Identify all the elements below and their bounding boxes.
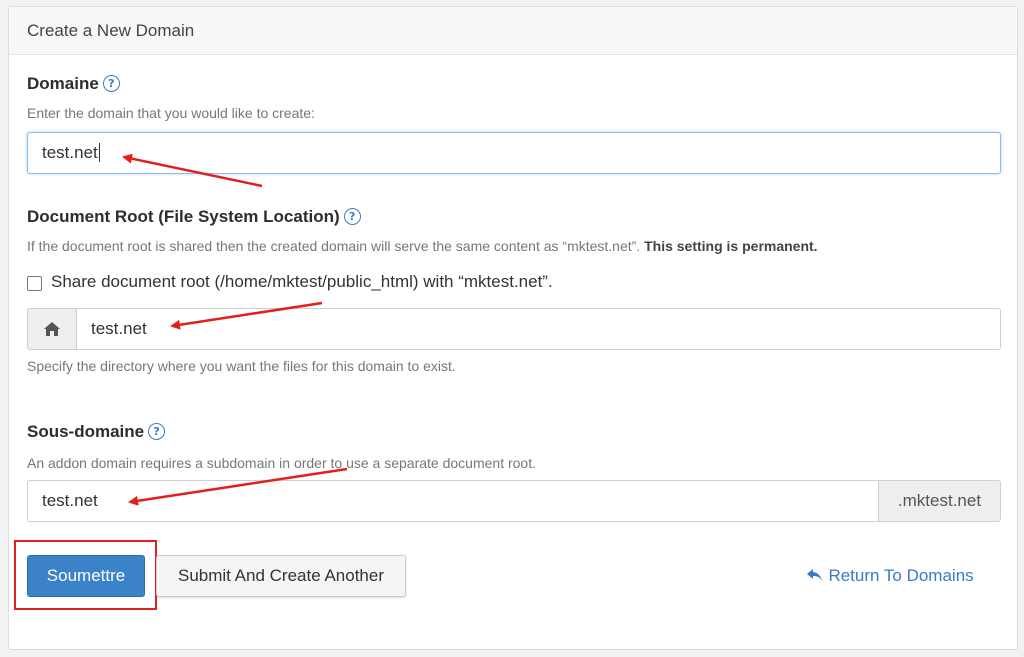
annotation-arrow-domain [122, 153, 263, 188]
annotation-arrows [122, 153, 348, 506]
annotation-arrow-docroot [170, 301, 323, 330]
annotation-arrow-subdomain [128, 467, 348, 506]
